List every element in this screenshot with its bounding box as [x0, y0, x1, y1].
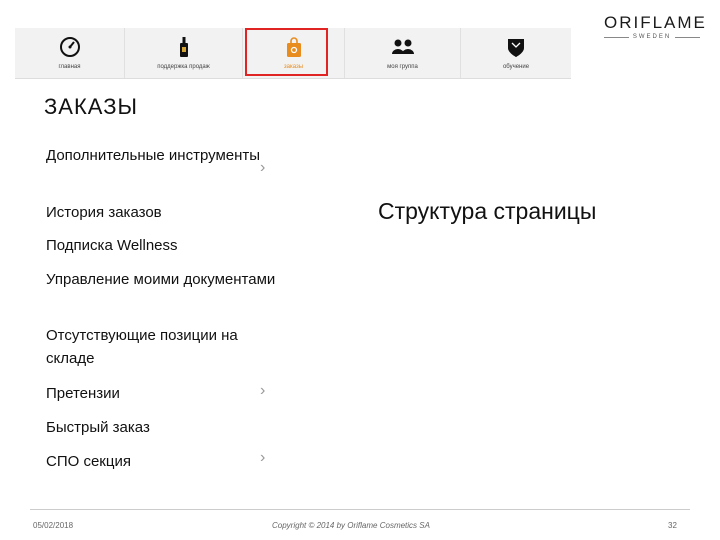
footer-divider — [30, 509, 690, 510]
menu-item-order-history[interactable]: История заказов — [46, 201, 276, 224]
menu-item-additional-tools[interactable]: Дополнительные инструменты › — [46, 144, 276, 176]
nav-item-my-group[interactable]: моя группа — [345, 28, 461, 78]
group-icon — [391, 39, 414, 54]
logo-divider — [604, 36, 629, 38]
menu-item-label: СПО секция — [46, 453, 131, 470]
menu-item-label: Дополнительные инструменты — [46, 147, 261, 164]
menu-item-label: Управление моими документами — [46, 271, 276, 288]
active-nav-highlight — [245, 28, 328, 76]
menu-item-label: Быстрый заказ — [46, 419, 150, 436]
chevron-right-icon: › — [260, 382, 266, 399]
nav-item-sales-support[interactable]: поддержка продаж — [125, 28, 243, 78]
logo-text: ORIFLAME — [604, 13, 707, 32]
footer-copyright: Copyright © 2014 by Oriflame Cosmetics S… — [272, 521, 430, 530]
logo-sub-row: SWEDEN — [604, 34, 700, 40]
menu-item-label: Претензии — [46, 385, 120, 402]
menu-item-claims[interactable]: Претензии › — [46, 382, 276, 405]
logo-divider — [675, 36, 700, 38]
gauge-icon — [59, 37, 80, 57]
menu-item-documents[interactable]: Управление моими документами — [46, 268, 276, 291]
menu-item-spo-section[interactable]: СПО секция › — [46, 449, 276, 473]
nav-item-training[interactable]: обучение — [461, 28, 571, 78]
menu-item-label: Отсутствующие позиции на складе — [46, 327, 238, 367]
menu-item-label: История заказов — [46, 204, 162, 221]
menu-item-wellness-subscription[interactable]: Подписка Wellness — [46, 234, 276, 257]
chevron-right-icon: › — [260, 449, 266, 466]
nav-label: моя группа — [387, 64, 418, 70]
chevron-right-icon: › — [260, 159, 266, 176]
logo-sub-text: SWEDEN — [632, 34, 672, 40]
menu-item-missing-items[interactable]: Отсутствующие позиции на складе — [46, 324, 276, 370]
academy-shield-icon — [508, 39, 524, 57]
nav-item-home[interactable]: главная — [15, 28, 125, 78]
slide-caption: Структура страницы — [378, 198, 597, 224]
nav-label: поддержка продаж — [157, 64, 210, 70]
footer-page-number: 32 — [668, 521, 677, 530]
footer-date: 05/02/2018 — [33, 521, 74, 530]
menu-item-label: Подписка Wellness — [46, 237, 178, 254]
menu-item-quick-order[interactable]: Быстрый заказ — [46, 416, 276, 439]
nav-label: обучение — [502, 64, 530, 70]
oriflame-logo[interactable]: ORIFLAME SWEDEN — [604, 13, 707, 40]
section-title: ЗАКАЗЫ — [44, 94, 138, 119]
bottle-icon — [179, 37, 188, 57]
nav-label: главная — [58, 64, 81, 70]
